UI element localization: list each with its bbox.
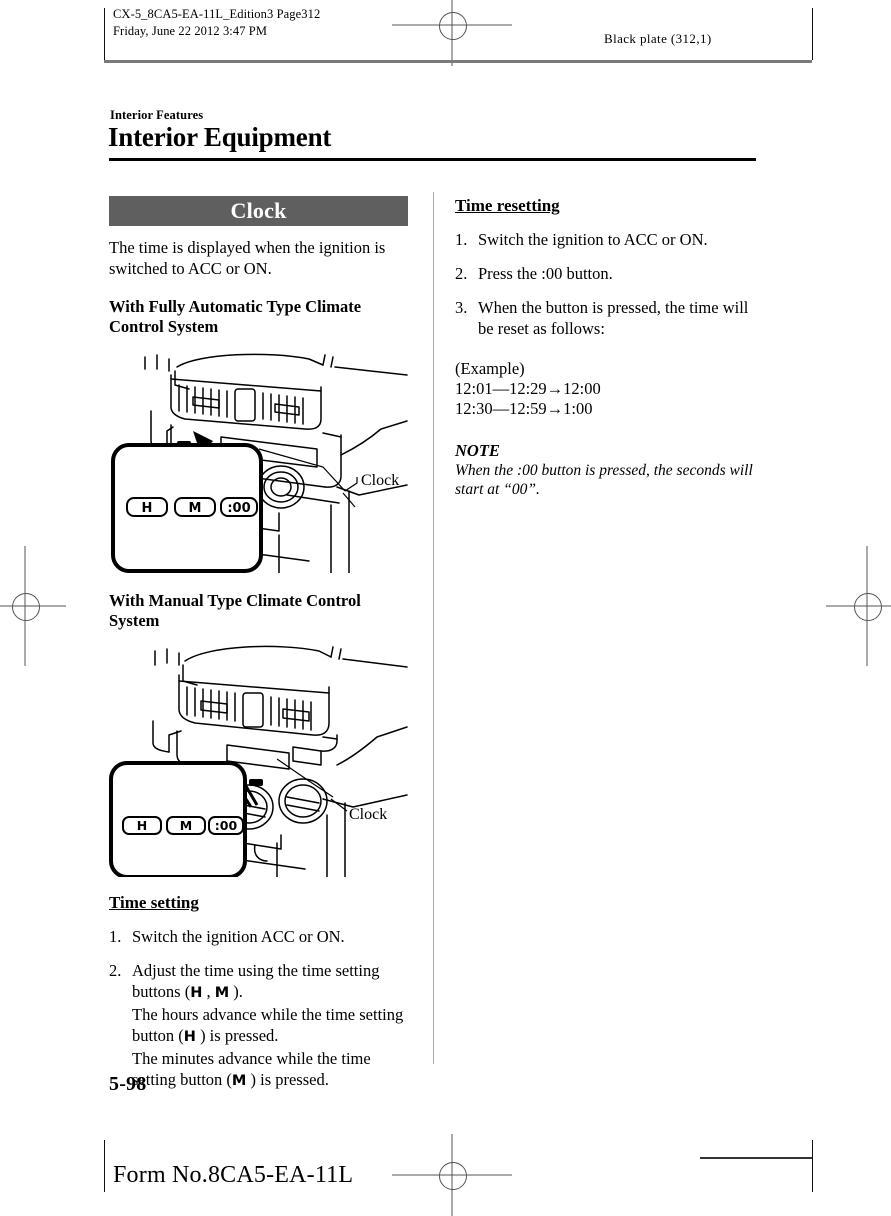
example-block: (Example) 12:01—12:29→12:00 12:30—12:59→… xyxy=(455,359,601,418)
time-setting-step-2: 2. Adjust the time using the time settin… xyxy=(109,960,409,1092)
right-column: Time resetting 1. Switch the ignition to… xyxy=(455,196,755,499)
registration-mark-left xyxy=(0,546,66,666)
print-meta-left: CX-5_8CA5-EA-11L_Edition3 Page312 Friday… xyxy=(113,7,321,38)
step-text-minutes-end: ) is pressed. xyxy=(246,1070,329,1089)
step-text: Press the :00 button. xyxy=(478,264,613,283)
note-body: When the :00 button is pressed, the seco… xyxy=(455,462,753,498)
step-text: Switch the ignition to ACC or ON. xyxy=(478,230,708,249)
header-rule xyxy=(104,60,812,63)
trim-mark-top-right xyxy=(812,8,813,60)
step-number: 1. xyxy=(109,927,122,946)
trim-mark-bottom-left xyxy=(104,1140,105,1192)
inline-button-m-2: M xyxy=(231,1073,247,1089)
title-rule xyxy=(109,158,756,161)
chapter-kicker: Interior Features xyxy=(110,108,204,122)
registration-mark-top xyxy=(392,0,512,66)
time-resetting-step-1: 1. Switch the ignition to ACC or ON. xyxy=(455,229,755,250)
step-number: 2. xyxy=(109,961,122,980)
step-number: 2. xyxy=(455,264,468,283)
step-number: 1. xyxy=(455,230,468,249)
step-text-close: ). xyxy=(229,982,243,1001)
time-setting-steps: 1. Switch the ignition ACC or ON. 2. Adj… xyxy=(109,926,409,1092)
step-number: 3. xyxy=(455,298,468,317)
section-heading-clock: Clock xyxy=(109,196,408,226)
fig1-button-h: H xyxy=(142,501,153,516)
time-setting-step-1: 1. Switch the ignition ACC or ON. xyxy=(109,926,409,947)
time-resetting-step-2: 2. Press the :00 button. xyxy=(455,263,755,284)
trim-mark-bottom-right xyxy=(812,1140,813,1192)
fig1-button-m: M xyxy=(189,501,202,516)
fig1-button-zero: :00 xyxy=(227,501,250,516)
fig1-heading: With Fully Automatic Type Climate Contro… xyxy=(109,297,362,336)
inline-button-h-2: H xyxy=(183,1029,196,1045)
fig2-heading: With Manual Type Climate Control System xyxy=(109,591,361,630)
fig2-callout-label: Clock xyxy=(349,806,387,823)
column-divider xyxy=(433,192,434,1064)
step-text-sep: , xyxy=(202,982,215,1001)
step-text-hours-end: ) is pressed. xyxy=(195,1026,279,1045)
inline-button-h: H xyxy=(190,985,203,1001)
step-text: Switch the ignition ACC or ON. xyxy=(132,927,345,946)
print-meta-right: Black plate (312,1) xyxy=(604,31,712,46)
fig2-button-zero: :00 xyxy=(215,818,238,833)
time-setting-heading: Time setting xyxy=(109,893,199,912)
left-column: Clock The time is displayed when the ign… xyxy=(109,196,409,1092)
figure-fully-automatic-climate: Clock H M :00 xyxy=(109,345,409,573)
step-text: When the button is pressed, the time wil… xyxy=(478,298,749,338)
fig2-button-h: H xyxy=(137,818,147,833)
inline-button-m: M xyxy=(214,985,230,1001)
trim-mark-top-left xyxy=(104,8,105,60)
fig1-callout-label: Clock xyxy=(361,472,399,489)
step-text: Adjust the time using the time setting b… xyxy=(132,961,380,1001)
time-resetting-steps: 1. Switch the ignition to ACC or ON. 2. … xyxy=(455,229,755,339)
time-resetting-heading: Time resetting xyxy=(455,196,560,215)
note-title: NOTE xyxy=(455,441,500,460)
registration-mark-bottom xyxy=(392,1134,512,1216)
manual-page: CX-5_8CA5-EA-11L_Edition3 Page312 Friday… xyxy=(0,0,891,1216)
page-title: Interior Equipment xyxy=(108,122,332,152)
page-folio: 5-98 xyxy=(109,1073,147,1095)
footer-rule xyxy=(700,1157,812,1159)
fig2-button-m: M xyxy=(180,818,192,833)
time-resetting-step-3: 3. When the button is pressed, the time … xyxy=(455,297,755,339)
figure-manual-climate: Clock H M :00 xyxy=(109,639,409,877)
clock-intro-paragraph: The time is displayed when the ignition … xyxy=(109,238,386,278)
form-number: Form No.8CA5-EA-11L xyxy=(113,1162,354,1188)
registration-mark-right xyxy=(826,546,891,666)
